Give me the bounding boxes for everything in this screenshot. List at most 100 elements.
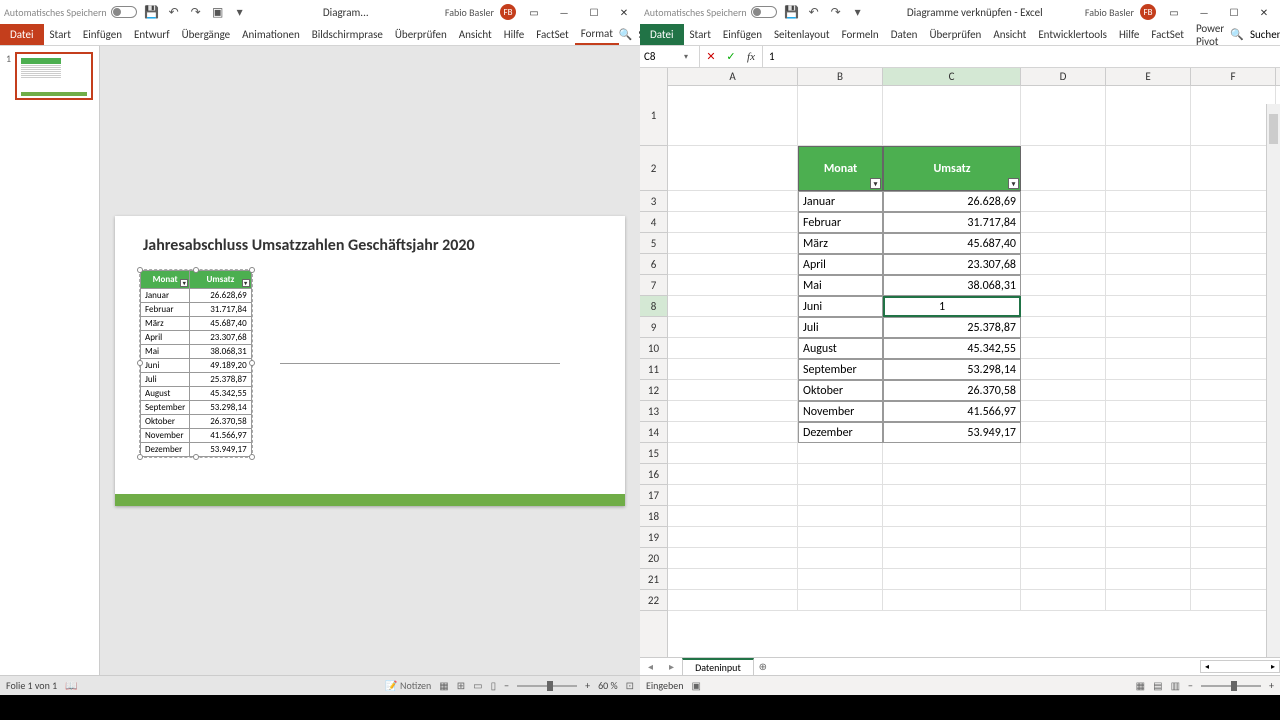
zoom-in-icon[interactable]: +	[585, 679, 590, 692]
cell-A1[interactable]	[668, 86, 798, 146]
cell-B17[interactable]	[798, 485, 883, 506]
row-header-11[interactable]: 11	[640, 359, 667, 380]
macro-icon[interactable]: ▣	[692, 679, 701, 692]
cell-C11[interactable]: 53.298,14	[883, 359, 1021, 380]
cell-E19[interactable]	[1106, 527, 1191, 548]
cell-B2[interactable]: Monat▾	[798, 146, 883, 191]
tab-format[interactable]: Format	[575, 24, 619, 45]
cell-D22[interactable]	[1021, 590, 1106, 611]
cell-F2[interactable]	[1191, 146, 1276, 191]
cell-F16[interactable]	[1191, 464, 1276, 485]
fit-icon[interactable]: ⊡	[626, 679, 634, 692]
col-header-C[interactable]: C	[883, 68, 1021, 85]
tab-überprüfen[interactable]: Überprüfen	[923, 24, 987, 45]
cell-E18[interactable]	[1106, 506, 1191, 527]
user-avatar[interactable]: FB	[500, 4, 516, 20]
row-header-1[interactable]: 1	[640, 86, 667, 146]
row-header-9[interactable]: 9	[640, 317, 667, 338]
row-header-5[interactable]: 5	[640, 233, 667, 254]
tab-hilfe[interactable]: Hilfe	[1113, 24, 1145, 45]
cell-C7[interactable]: 38.068,31	[883, 275, 1021, 296]
view-normal-icon[interactable]: ▦	[1136, 679, 1145, 692]
cell-D12[interactable]	[1021, 380, 1106, 401]
cell-F4[interactable]	[1191, 212, 1276, 233]
cell-F17[interactable]	[1191, 485, 1276, 506]
cell-F12[interactable]	[1191, 380, 1276, 401]
cell-D20[interactable]	[1021, 548, 1106, 569]
tab-power pivot[interactable]: Power Pivot	[1190, 24, 1230, 45]
row-header-10[interactable]: 10	[640, 338, 667, 359]
select-all-corner[interactable]	[640, 68, 668, 86]
row-header-8[interactable]: 8	[640, 296, 667, 317]
cell-A12[interactable]	[668, 380, 798, 401]
cell-B7[interactable]: Mai	[798, 275, 883, 296]
cell-E7[interactable]	[1106, 275, 1191, 296]
formula-input[interactable]: 1	[763, 50, 1280, 63]
row-header-7[interactable]: 7	[640, 275, 667, 296]
cell-D17[interactable]	[1021, 485, 1106, 506]
cell-A20[interactable]	[668, 548, 798, 569]
ribbon-opts-icon[interactable]: ▭	[1162, 3, 1186, 21]
tab-entwicklertools[interactable]: Entwicklertools	[1032, 24, 1113, 45]
cell-D11[interactable]	[1021, 359, 1106, 380]
save-icon[interactable]: 💾	[785, 5, 799, 19]
spell-icon[interactable]: 📖	[65, 679, 77, 692]
cell-C15[interactable]	[883, 443, 1021, 464]
dropdown-icon[interactable]: ▾	[233, 5, 247, 19]
cell-A22[interactable]	[668, 590, 798, 611]
name-box[interactable]: ▾	[640, 46, 700, 67]
confirm-icon[interactable]: ✓	[724, 50, 738, 63]
tab-factset[interactable]: FactSet	[1145, 24, 1190, 45]
cell-A8[interactable]	[668, 296, 798, 317]
cell-D7[interactable]	[1021, 275, 1106, 296]
cell-A21[interactable]	[668, 569, 798, 590]
slideshow-icon[interactable]: ▣	[211, 5, 225, 19]
cell-C8[interactable]	[883, 296, 1021, 317]
cell-D21[interactable]	[1021, 569, 1106, 590]
cell-C17[interactable]	[883, 485, 1021, 506]
col-header-A[interactable]: A	[668, 68, 798, 85]
cell-A3[interactable]	[668, 191, 798, 212]
tab-ansicht[interactable]: Ansicht	[987, 24, 1032, 45]
cell-B22[interactable]	[798, 590, 883, 611]
cell-E11[interactable]	[1106, 359, 1191, 380]
maximize-icon[interactable]: ☐	[1222, 3, 1246, 21]
tab-formeln[interactable]: Formeln	[836, 24, 885, 45]
row-header-21[interactable]: 21	[640, 569, 667, 590]
cell-E6[interactable]	[1106, 254, 1191, 275]
row-header-13[interactable]: 13	[640, 401, 667, 422]
zoom-level[interactable]: 60 %	[598, 679, 618, 692]
redo-icon[interactable]: ↷	[829, 5, 843, 19]
cell-F20[interactable]	[1191, 548, 1276, 569]
cell-A15[interactable]	[668, 443, 798, 464]
embedded-table[interactable]: Monat▾Umsatz▾Januar26.628,69Februar31.71…	[139, 269, 253, 458]
cell-F19[interactable]	[1191, 527, 1276, 548]
cell-A5[interactable]	[668, 233, 798, 254]
cell-F3[interactable]	[1191, 191, 1276, 212]
cell-A17[interactable]	[668, 485, 798, 506]
maximize-icon[interactable]: ☐	[582, 3, 606, 21]
cell-F21[interactable]	[1191, 569, 1276, 590]
cell-B18[interactable]	[798, 506, 883, 527]
tab-factset[interactable]: FactSet	[530, 24, 575, 45]
close-icon[interactable]: ✕	[1252, 3, 1276, 21]
cell-B1[interactable]	[798, 86, 883, 146]
row-header-16[interactable]: 16	[640, 464, 667, 485]
cell-C13[interactable]: 41.566,97	[883, 401, 1021, 422]
tab-entwurf[interactable]: Entwurf	[128, 24, 176, 45]
horizontal-scrollbar[interactable]: ◂▸	[1200, 660, 1280, 673]
cell-A18[interactable]	[668, 506, 798, 527]
tab-einfügen[interactable]: Einfügen	[77, 24, 128, 45]
cell-A9[interactable]	[668, 317, 798, 338]
cell-C5[interactable]: 45.687,40	[883, 233, 1021, 254]
dropdown-icon[interactable]: ▾	[851, 5, 865, 19]
cell-A4[interactable]	[668, 212, 798, 233]
sheet-nav-prev-icon[interactable]: ◂	[640, 660, 661, 673]
cell-E20[interactable]	[1106, 548, 1191, 569]
cell-E5[interactable]	[1106, 233, 1191, 254]
cell-B3[interactable]: Januar	[798, 191, 883, 212]
cell-B10[interactable]: August	[798, 338, 883, 359]
cell-D16[interactable]	[1021, 464, 1106, 485]
cell-F15[interactable]	[1191, 443, 1276, 464]
cell-E8[interactable]	[1106, 296, 1191, 317]
